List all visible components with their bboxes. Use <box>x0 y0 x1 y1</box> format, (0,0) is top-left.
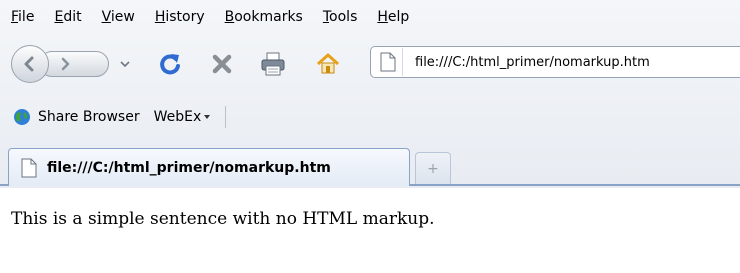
history-dropdown-button[interactable] <box>117 57 133 71</box>
menu-tools[interactable]: Tools <box>323 9 358 25</box>
stop-button[interactable] <box>207 49 237 79</box>
menu-history[interactable]: History <box>155 9 205 25</box>
menu-file[interactable]: File <box>11 9 34 25</box>
page-icon <box>380 52 396 72</box>
globe-icon <box>14 109 30 125</box>
stop-icon <box>212 54 232 74</box>
dropdown-arrow-icon <box>204 115 211 119</box>
page-content: This is a simple sentence with no HTML m… <box>0 188 740 273</box>
history-dropdown-icon <box>120 61 130 68</box>
bookmark-webex[interactable]: WebEx <box>154 109 212 125</box>
browser-chrome: File Edit View History Bookmarks Tools H… <box>0 0 740 188</box>
site-identity-button[interactable] <box>374 48 403 76</box>
reload-icon <box>160 54 180 75</box>
menu-view[interactable]: View <box>102 9 135 25</box>
bookmarks-divider <box>225 106 227 128</box>
address-bar[interactable] <box>370 46 740 78</box>
page-icon <box>21 158 37 177</box>
bookmarks-toolbar: Share Browser WebEx <box>0 102 740 132</box>
back-forward-group <box>11 45 139 83</box>
back-button[interactable] <box>11 45 49 83</box>
reload-button[interactable] <box>155 49 185 79</box>
print-icon <box>261 52 285 76</box>
home-button[interactable] <box>313 49 343 79</box>
plus-icon: + <box>427 160 439 177</box>
menu-edit[interactable]: Edit <box>54 9 81 25</box>
tab-strip: file:///C:/html_primer/nomarkup.htm + <box>0 144 740 186</box>
menu-bookmarks[interactable]: Bookmarks <box>225 9 303 25</box>
url-input[interactable] <box>415 54 735 70</box>
page-body-text: This is a simple sentence with no HTML m… <box>11 209 435 229</box>
menu-help[interactable]: Help <box>377 9 409 25</box>
bookmark-share-browser[interactable]: Share Browser <box>13 108 140 126</box>
print-button[interactable] <box>258 49 288 79</box>
tab-active[interactable]: file:///C:/html_primer/nomarkup.htm <box>8 148 410 186</box>
back-icon <box>24 56 34 72</box>
forward-button[interactable] <box>55 54 75 74</box>
navigation-toolbar <box>0 38 740 90</box>
home-icon <box>316 53 340 74</box>
bookmark-label: WebEx <box>153 109 202 125</box>
tab-title: file:///C:/html_primer/nomarkup.htm <box>47 159 331 176</box>
menu-bar: File Edit View History Bookmarks Tools H… <box>0 0 740 34</box>
forward-icon <box>61 57 70 71</box>
new-tab-button[interactable]: + <box>415 152 451 184</box>
bookmark-label: Share Browser <box>38 109 140 125</box>
